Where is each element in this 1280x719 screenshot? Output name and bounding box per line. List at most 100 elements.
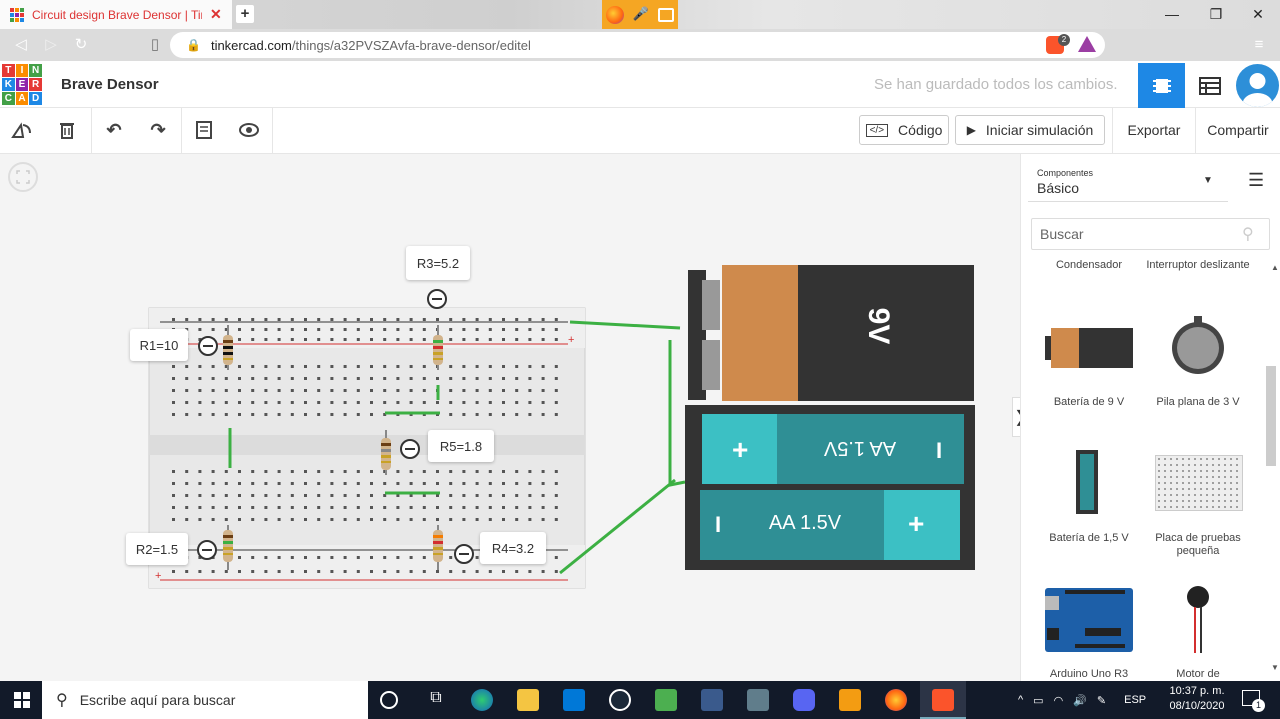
breadboard-hole[interactable] (251, 518, 255, 521)
breadboard-hole[interactable] (198, 389, 202, 392)
breadboard-hole[interactable] (515, 328, 519, 331)
breadboard-hole[interactable] (330, 494, 334, 497)
breadboard-hole[interactable] (343, 328, 347, 331)
breadboard-hole[interactable] (462, 482, 466, 485)
breadboard-hole[interactable] (502, 413, 505, 416)
breadboard-hole[interactable] (277, 389, 281, 392)
breadboard-hole[interactable] (304, 470, 307, 473)
breadboard-hole[interactable] (211, 518, 215, 521)
breadboard-hole[interactable] (396, 338, 400, 341)
breadboard-hole[interactable] (422, 377, 426, 380)
breadboard-hole[interactable] (317, 318, 321, 321)
breadboard-hole[interactable] (528, 506, 532, 509)
breadboard-hole[interactable] (198, 518, 202, 521)
breadboard-hole[interactable] (462, 377, 466, 380)
breadboard-hole[interactable] (238, 413, 241, 416)
breadboard-hole[interactable] (383, 482, 387, 485)
breadboard-hole[interactable] (317, 470, 321, 473)
breadboard-hole[interactable] (172, 413, 175, 416)
breadboard-hole[interactable] (211, 328, 215, 331)
breadboard-hole[interactable] (554, 494, 558, 497)
breadboard-hole[interactable] (449, 328, 453, 331)
breadboard-hole[interactable] (277, 413, 281, 416)
breadboard-hole[interactable] (343, 494, 347, 497)
breadboard-hole[interactable] (370, 506, 373, 509)
breadboard-hole[interactable] (475, 518, 479, 521)
breadboard-hole[interactable] (515, 377, 519, 380)
breadboard-hole[interactable] (475, 401, 479, 404)
breadboard-hole[interactable] (502, 494, 505, 497)
breadboard-hole[interactable] (251, 328, 255, 331)
r3-minus-icon[interactable] (427, 289, 447, 309)
breadboard-hole[interactable] (317, 482, 321, 485)
forward-icon[interactable]: ▷ (42, 36, 60, 54)
breadboard-hole[interactable] (251, 556, 255, 559)
battery-icon[interactable]: ▭ (1033, 694, 1043, 707)
breadboard-hole[interactable] (502, 506, 505, 509)
breadboard-hole[interactable] (462, 494, 466, 497)
breadboard-hole[interactable] (554, 413, 558, 416)
breadboard-hole[interactable] (436, 401, 439, 404)
panel-scrollbar[interactable] (1266, 366, 1276, 466)
breadboard-hole[interactable] (488, 365, 492, 368)
breadboard-hole[interactable] (238, 318, 241, 321)
breadboard-hole[interactable] (370, 338, 373, 341)
breadboard-hole[interactable] (251, 365, 255, 368)
breadboard-hole[interactable] (238, 506, 241, 509)
code-button[interactable]: </> Código (859, 115, 949, 145)
microphone-icon[interactable]: 🎤 (632, 6, 650, 24)
breadboard-hole[interactable] (554, 482, 558, 485)
tab-close-icon[interactable]: ✕ (210, 6, 222, 23)
app-icon[interactable] (655, 689, 677, 711)
breadboard-hole[interactable] (264, 328, 268, 331)
breadboard-hole[interactable] (409, 570, 413, 573)
user-avatar[interactable] (1236, 64, 1279, 107)
breadboard-hole[interactable] (277, 506, 281, 509)
breadboard-hole[interactable] (198, 482, 202, 485)
breadboard-hole[interactable] (515, 470, 519, 473)
component-battery-9v[interactable] (1045, 328, 1133, 368)
breadboard-hole[interactable] (488, 470, 492, 473)
breadboard-hole[interactable] (528, 365, 532, 368)
breadboard-hole[interactable] (383, 318, 387, 321)
r5-label[interactable]: R5=1.8 (428, 430, 494, 462)
breadboard-hole[interactable] (264, 389, 268, 392)
breadboard-hole[interactable] (251, 318, 255, 321)
breadboard-hole[interactable] (475, 556, 479, 559)
breadboard-hole[interactable] (541, 482, 545, 485)
breadboard-hole[interactable] (251, 470, 255, 473)
breadboard-hole[interactable] (409, 389, 413, 392)
circuit-drawing[interactable] (140, 240, 990, 600)
breadboard-hole[interactable] (224, 318, 228, 321)
breadboard-hole[interactable] (238, 377, 241, 380)
scroll-up-icon[interactable]: ▲ (1271, 263, 1279, 272)
breadboard-hole[interactable] (541, 318, 545, 321)
file-explorer-icon[interactable] (517, 689, 539, 711)
breadboard-hole[interactable] (317, 494, 321, 497)
breadboard-hole[interactable] (396, 328, 400, 331)
breadboard-hole[interactable] (422, 482, 426, 485)
breadboard-hole[interactable] (515, 318, 519, 321)
breadboard-hole[interactable] (172, 494, 175, 497)
breadboard-hole[interactable] (383, 377, 387, 380)
breadboard-hole[interactable] (409, 318, 413, 321)
breadboard-hole[interactable] (541, 401, 545, 404)
breadboard-hole[interactable] (304, 482, 307, 485)
breadboard-hole[interactable] (396, 506, 400, 509)
breadboard-hole[interactable] (528, 389, 532, 392)
breadboard-hole[interactable] (277, 377, 281, 380)
breadboard-hole[interactable] (251, 377, 255, 380)
breadboard-hole[interactable] (356, 482, 360, 485)
breadboard-hole[interactable] (502, 365, 505, 368)
visibility-button[interactable] (235, 116, 263, 144)
breadboard-hole[interactable] (502, 328, 505, 331)
breadboard-hole[interactable] (502, 377, 505, 380)
pen-icon[interactable]: ✎ (1097, 694, 1106, 707)
notes-button[interactable] (190, 116, 218, 144)
breadboard-hole[interactable] (330, 389, 334, 392)
breadboard-hole[interactable] (238, 338, 241, 341)
breadboard-hole[interactable] (356, 570, 360, 573)
breadboard-hole[interactable] (290, 318, 294, 321)
breadboard-hole[interactable] (515, 506, 519, 509)
breadboard-hole[interactable] (277, 365, 281, 368)
